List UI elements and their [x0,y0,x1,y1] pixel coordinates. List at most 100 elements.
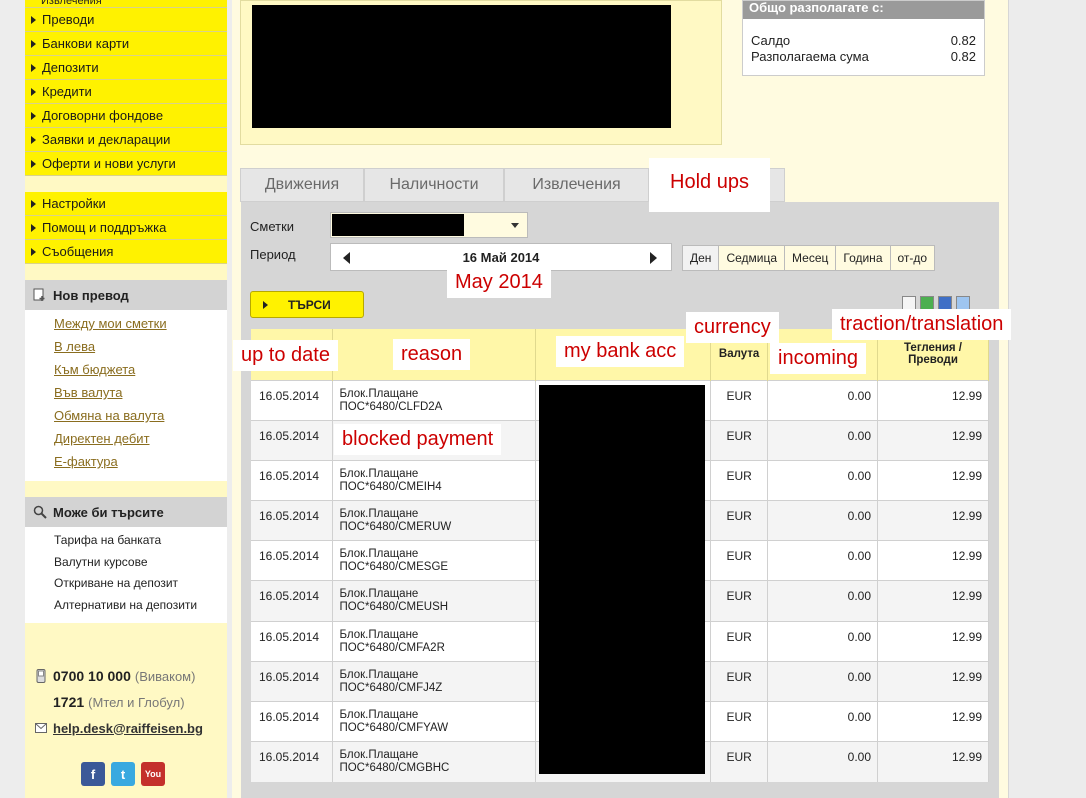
sidebar-item-settings[interactable]: Настройки [25,192,227,216]
sidebar-item-requests[interactable]: Заявки и декларации [25,128,227,152]
range-year[interactable]: Година [836,246,891,270]
cell-reason: Блок.Плащане ПОС*6480/CMFYAW [332,700,537,742]
cell-reason: Блок.Плащане ПОС*6480/CMEIH4 [332,459,537,501]
annotation-reason: reason [393,339,471,370]
redacted-bank-accounts [539,385,705,774]
cell-date: 16.05.2014 [251,741,334,782]
sidebar-item-funds[interactable]: Договорни фондове [25,104,227,128]
tab-balances[interactable]: Наличности [364,168,504,202]
link-bgn[interactable]: В лева [54,337,227,360]
summary-value: 0.82 [950,49,976,64]
print-icon[interactable] [902,296,916,310]
maybe-item-rates[interactable]: Валутни курсове [54,553,227,575]
cell-date: 16.05.2014 [251,580,334,622]
cell-currency: EUR [710,580,769,622]
cell-withdrawal: 12.99 [877,500,989,541]
summary-label: Салдо [751,33,791,48]
cell-incoming: 0.00 [767,540,879,581]
word-icon[interactable] [938,296,952,310]
sidebar-item-deposits[interactable]: Депозити [25,56,227,80]
tab-statements[interactable]: Извлечения [504,168,649,202]
social-links: f t You [81,762,165,786]
facebook-icon[interactable]: f [81,762,105,786]
sidebar-item-bank-cards[interactable]: Банкови карти [25,32,227,56]
twitter-icon[interactable]: t [111,762,135,786]
triangle-right-icon [31,223,36,232]
cell-withdrawal: 12.99 [877,379,989,421]
annotation-may: May 2014 [447,267,551,298]
maybe-item-open-deposit[interactable]: Откриване на депозит [54,574,227,596]
sidebar-item-transfers[interactable]: Преводи [25,8,227,32]
excel-icon[interactable] [920,296,934,310]
sidebar: Извлечения Преводи Банкови карти Депозит… [25,0,227,798]
period-label: Период [250,247,296,262]
sidebar-item-label: Настройки [42,196,106,211]
annotation-incoming: incoming [770,343,867,374]
sidebar-item-statements-cut[interactable]: Извлечения [25,0,227,8]
summary-label: Разполагаема сума [751,49,869,64]
sidebar-item-label: Кредити [42,84,92,99]
youtube-icon[interactable]: You [141,762,165,786]
box-spacer [25,481,227,497]
next-period-icon[interactable] [650,252,657,264]
cell-currency: EUR [710,660,769,702]
annotation-bank-acc: my bank acc [556,336,685,367]
cell-currency: EUR [710,700,769,742]
link-e-invoice[interactable]: Е-фактура [54,452,227,475]
cell-reason: Блок.Плащане ПОС*6480/CMESGE [332,540,537,581]
range-buttons: Ден Седмица Месец Година от-до [682,245,936,271]
maybe-item-alternatives[interactable]: Алтернативи на депозити [54,596,227,618]
sidebar-item-messages[interactable]: Съобщения [25,240,227,264]
tab-hold-ups[interactable]: Hold ups [649,158,770,212]
new-transfer-header: Нов превод [25,280,227,310]
search-button[interactable]: ТЪРСИ [250,291,364,318]
tab-movements[interactable]: Движения [240,168,364,202]
range-week[interactable]: Седмица [719,246,786,270]
cell-currency: EUR [710,459,769,501]
prev-period-icon[interactable] [343,252,350,264]
sidebar-item-label: Съобщения [42,244,114,259]
triangle-right-icon [31,247,36,256]
phone-row: 0700 10 000 (Виваком) [35,663,227,689]
sidebar-item-loans[interactable]: Кредити [25,80,227,104]
menu-spacer [25,264,227,280]
cell-reason: Блок.Плащане ПОС*6480/CMFA2R [332,620,537,662]
maybe-item-tariff[interactable]: Тарифа на банката [54,531,227,553]
cell-currency: EUR [710,741,769,782]
reason-reference: ПОС*6480/CLFD2A [339,400,443,413]
accounts-label: Сметки [250,219,295,234]
cell-withdrawal: 12.99 [877,419,989,461]
help-email-link[interactable]: help.desk@raiffeisen.bg [53,721,203,736]
cell-withdrawal: 12.99 [877,459,989,501]
reason-type: Блок.Плащане [339,749,419,762]
transfer-links: Между мои сметки В лева Към бюджета Във … [25,310,227,481]
balance-summary: Общо разполагате с: Салдо 0.82 Разполага… [742,0,985,76]
range-month[interactable]: Месец [785,246,837,270]
accounts-select[interactable] [330,212,528,238]
cell-withdrawal: 12.99 [877,540,989,581]
sidebar-item-label: Помощ и поддръжка [42,220,167,235]
range-custom[interactable]: от-до [891,246,935,270]
summary-row-balance: Салдо 0.82 [743,33,984,49]
cell-date: 16.05.2014 [251,540,334,581]
annotation-traction: traction/translation [832,309,1012,340]
range-day[interactable]: Ден [683,246,720,270]
cell-withdrawal: 12.99 [877,580,989,622]
phone-short-note: (Мтел и Глобул) [88,694,185,710]
link-own-accounts[interactable]: Между мои сметки [54,314,227,337]
cell-reason: Блок.Плащане ПОС*6480/CMFJ4Z [332,660,537,702]
link-direct-debit[interactable]: Директен дебит [54,429,227,452]
reason-reference: ПОС*6480/CMFYAW [339,722,449,734]
link-budget[interactable]: Към бюджета [54,360,227,383]
reason-type: Блок.Плащане [339,467,419,480]
link-currency[interactable]: Във валута [54,383,227,406]
cell-incoming: 0.00 [767,379,879,421]
sidebar-item-offers[interactable]: Оферти и нови услуги [25,152,227,176]
sidebar-item-help[interactable]: Помощ и поддръжка [25,216,227,240]
phone-row: 1721 (Мтел и Глобул) [35,689,227,715]
export-icon[interactable] [956,296,970,310]
search-icon [33,505,47,519]
link-exchange[interactable]: Обмяна на валута [54,406,227,429]
cell-incoming: 0.00 [767,580,879,622]
sidebar-item-label: Договорни фондове [42,108,164,123]
